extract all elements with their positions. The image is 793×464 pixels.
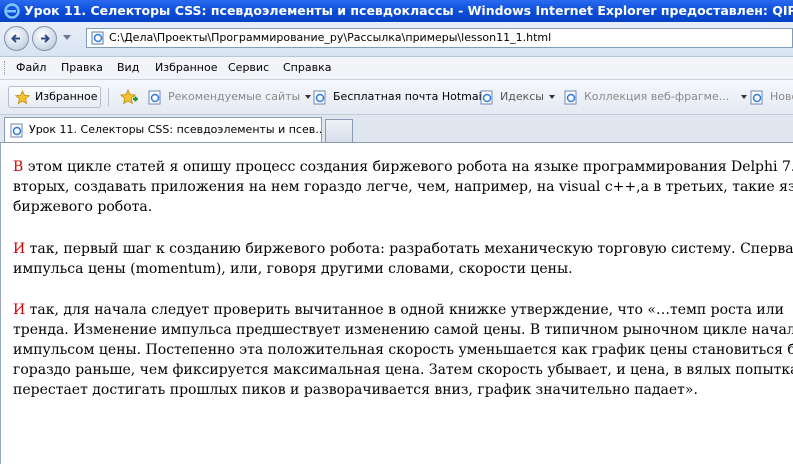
chevron-down-icon[interactable] xyxy=(305,95,312,99)
article-paragraph-1: В этом цикле статей я опишу процесс созд… xyxy=(13,157,793,217)
paragraph-line: перестает достигать прошлых пиков и разв… xyxy=(13,382,698,398)
favorites-bar: Избранное Рекомендуемые сайты Бесплатная… xyxy=(0,80,793,115)
paragraph-line: тренда. Изменение импульса предшествует … xyxy=(13,322,793,338)
favorite-link-label: Коллекция веб-фрагме... xyxy=(584,90,730,103)
menu-view[interactable]: Вид xyxy=(117,57,139,79)
favorite-link-suggested-sites[interactable]: Рекомендуемые сайты xyxy=(148,87,312,107)
back-button[interactable] xyxy=(4,26,29,51)
favorite-link-indexes[interactable]: Идексы xyxy=(480,87,560,107)
new-tab-button[interactable] xyxy=(325,119,353,142)
add-to-favorites-icon[interactable] xyxy=(120,89,138,105)
favorite-link-label: Бесплатная почта Hotmail xyxy=(333,90,485,103)
favorites-button-label: Избранное xyxy=(35,90,98,103)
paragraph-line: этом цикле статей я опишу процесс создан… xyxy=(23,159,793,175)
favorite-link-hotmail[interactable]: Бесплатная почта Hotmail xyxy=(313,87,485,107)
menu-favorites[interactable]: Избранное xyxy=(155,57,217,79)
favorite-link-label: Рекомендуемые сайты xyxy=(168,90,301,103)
ie-page-icon xyxy=(10,123,23,138)
menu-help[interactable]: Справка xyxy=(283,57,331,79)
page-content: В этом цикле статей я опишу процесс созд… xyxy=(0,143,793,464)
menu-file[interactable]: Файл xyxy=(16,57,46,79)
back-arrow-icon xyxy=(11,34,20,43)
paragraph-line: биржевого робота. xyxy=(13,199,153,215)
tab-title: Урок 11. Селекторы CSS: псевдоэлементы и… xyxy=(29,123,322,136)
window-title: Урок 11. Селекторы CSS: псевдоэлементы и… xyxy=(24,3,793,18)
paragraph-line: вторых, создавать приложения на нем гора… xyxy=(13,179,793,195)
tab-bar: Урок 11. Селекторы CSS: псевдоэлементы и… xyxy=(0,115,793,143)
address-field[interactable]: C:\Дела\Проекты\Программирование_ру\Расс… xyxy=(86,28,793,48)
url-text: C:\Дела\Проекты\Программирование_ру\Расс… xyxy=(109,31,552,44)
ie-page-icon xyxy=(750,90,763,105)
chevron-down-icon[interactable] xyxy=(741,95,748,99)
ie-page-icon xyxy=(313,90,326,105)
star-icon xyxy=(15,90,30,105)
internet-explorer-icon xyxy=(4,3,20,19)
toolbar-grip[interactable] xyxy=(4,61,8,75)
paragraph-line: так, для начала следует проверить вычита… xyxy=(25,302,784,318)
paragraph-line: гораздо раньше, чем фиксируется максимал… xyxy=(13,362,793,378)
first-letter: В xyxy=(13,159,24,175)
paragraph-line: так, первый шаг к созданию биржевого роб… xyxy=(25,241,793,257)
menu-tools[interactable]: Сервис xyxy=(228,57,269,79)
first-letter: И xyxy=(13,241,26,257)
page-icon xyxy=(91,31,104,45)
navigation-bar: C:\Дела\Проекты\Программирование_ру\Расс… xyxy=(0,22,793,57)
favorites-separator xyxy=(108,88,109,106)
ie-page-icon xyxy=(564,90,577,105)
first-letter: И xyxy=(13,302,26,318)
article-paragraph-2: И так, первый шаг к созданию биржевого р… xyxy=(13,239,793,279)
paragraph-line: импульсом цены. Постепенно эта положител… xyxy=(13,342,793,358)
favorites-button[interactable]: Избранное xyxy=(8,86,101,108)
ie-page-icon xyxy=(480,90,493,105)
favorite-link-web-slice-gallery[interactable]: Коллекция веб-фрагме... xyxy=(564,87,748,107)
paragraph-line: импульса цены (momentum), или, говоря др… xyxy=(13,261,573,277)
article-paragraph-3: И так, для начала следует проверить вычи… xyxy=(13,300,793,400)
recent-pages-dropdown-icon[interactable] xyxy=(63,35,71,40)
chevron-down-icon[interactable] xyxy=(548,95,555,99)
menu-edit[interactable]: Правка xyxy=(61,57,103,79)
forward-arrow-icon xyxy=(41,34,50,43)
forward-button[interactable] xyxy=(32,26,57,51)
favorite-link-label: Идексы xyxy=(500,90,544,103)
tab-lesson11[interactable]: Урок 11. Селекторы CSS: псевдоэлементы и… xyxy=(4,117,322,142)
ie-page-icon xyxy=(148,90,161,105)
window-title-bar[interactable]: Урок 11. Селекторы CSS: псевдоэлементы и… xyxy=(0,0,793,22)
favorite-link-news[interactable]: Ново xyxy=(750,87,793,107)
menu-bar: Файл Правка Вид Избранное Сервис Справка xyxy=(0,57,793,80)
favorite-link-label: Ново xyxy=(770,90,793,103)
